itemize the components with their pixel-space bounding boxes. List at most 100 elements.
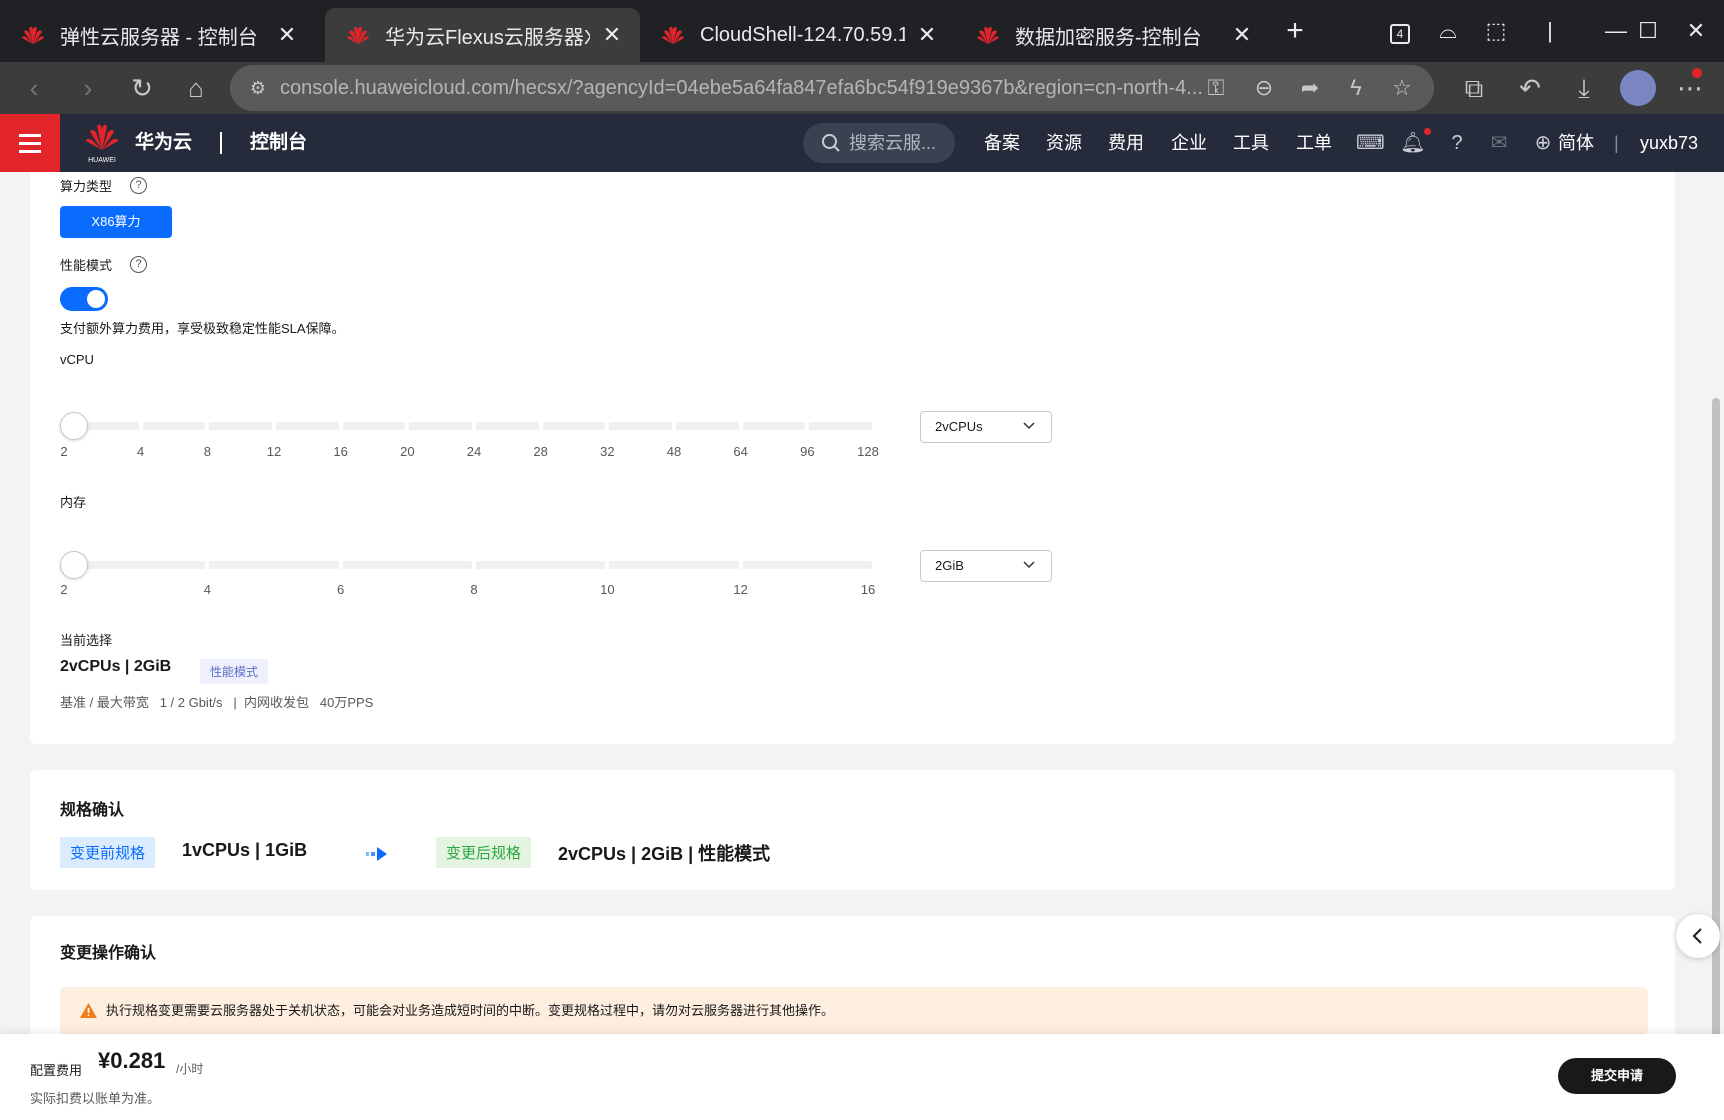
toggle-knob: [87, 290, 105, 308]
slider-segment: [76, 561, 206, 569]
chevron-left-icon: [1692, 928, 1702, 944]
global-search-input[interactable]: 搜索云服...: [803, 123, 955, 163]
bandwidth-label: 基准 / 最大带宽: [60, 695, 149, 710]
reload-icon[interactable]: ↻: [124, 70, 160, 106]
help-circle-icon[interactable]: ?: [130, 256, 147, 273]
nav-billing[interactable]: 费用: [1108, 114, 1144, 172]
tab-close-icon[interactable]: ✕: [275, 22, 299, 48]
slider-tick-label: 20: [400, 444, 415, 459]
console-link[interactable]: 控制台: [250, 114, 307, 172]
flash-icon[interactable]: ϟ: [1342, 74, 1370, 102]
slider-tick-label: 8: [470, 582, 478, 597]
undo-menu-icon[interactable]: ↶: [1512, 70, 1548, 106]
before-spec: 1vCPUs | 1GiB: [182, 840, 308, 860]
extensions-icon[interactable]: ⧉: [1456, 70, 1492, 106]
fee-note: 实际扣费以账单为准。: [30, 1091, 161, 1106]
tab-close-icon[interactable]: ✕: [915, 22, 939, 48]
perf-mode-toggle[interactable]: [60, 287, 108, 311]
browser-tab-active[interactable]: 华为云Flexus云服务器X实例 ✕: [325, 8, 640, 62]
page-scrollbar[interactable]: [1712, 398, 1720, 1098]
share-icon[interactable]: ➦: [1296, 74, 1324, 102]
warning-text: 执行规格变更需要云服务器处于关机状态，可能会对业务造成短时间的中断。变更规格过程…: [106, 1003, 835, 1018]
submit-button[interactable]: 提交申请: [1558, 1058, 1676, 1094]
nav-enterprise[interactable]: 企业: [1171, 114, 1207, 172]
slider-segment: [609, 561, 739, 569]
vcpu-slider-track[interactable]: [74, 422, 874, 430]
nav-filing[interactable]: 备案: [984, 114, 1020, 172]
bell-icon[interactable]: 🔔︎: [1400, 130, 1426, 156]
slider-tick-label: 8: [203, 444, 211, 459]
perf-mode-badge: 性能模式: [200, 659, 269, 684]
username[interactable]: yuxb73: [1640, 114, 1698, 172]
help-circle-icon[interactable]: ?: [130, 177, 147, 194]
browser-tab[interactable]: CloudShell-124.70.59.126 ✕: [640, 8, 955, 62]
language-switch[interactable]: 简体: [1558, 114, 1594, 172]
perf-mode-label: 性能模式: [60, 258, 113, 273]
slider-segment: [742, 561, 872, 569]
url-text: console.huaweicloud.com/hecsx/?agencyId=…: [280, 77, 1203, 99]
memory-slider-track[interactable]: [74, 561, 874, 569]
globe-icon[interactable]: ⊕: [1530, 130, 1556, 156]
memory-label: 内存: [60, 495, 87, 510]
huawei-favicon-icon: [22, 26, 44, 44]
brand-name[interactable]: 华为云: [135, 114, 192, 172]
key-icon[interactable]: ⚿: [1202, 74, 1230, 102]
nav-tools[interactable]: 工具: [1233, 114, 1269, 172]
slider-tick-label: 16: [333, 444, 348, 459]
slider-tick-label: 4: [137, 444, 145, 459]
menu-hamburger-icon[interactable]: [0, 114, 60, 172]
download-icon[interactable]: ⤓: [1566, 70, 1602, 106]
browser-tab[interactable]: 数据加密服务-控制台 ✕: [955, 8, 1270, 62]
back-icon[interactable]: ‹: [16, 70, 52, 106]
new-tab-button[interactable]: +: [1275, 14, 1315, 48]
menu-dots-icon[interactable]: ⋯: [1672, 70, 1708, 106]
search-icon: [822, 134, 840, 152]
tab-title: 弹性云服务器 - 控制台: [60, 26, 258, 49]
vcpu-select[interactable]: 2vCPUs: [920, 411, 1052, 443]
current-selection-label: 当前选择: [60, 633, 113, 648]
notification-dot: [1424, 128, 1431, 135]
slider-segment: [342, 422, 406, 430]
forward-icon[interactable]: ›: [70, 70, 106, 106]
bookmark-star-icon[interactable]: ☆: [1388, 74, 1416, 102]
nav-resources[interactable]: 资源: [1046, 114, 1082, 172]
browser-tab-strip: 弹性云服务器 - 控制台 ✕ 华为云Flexus云服务器X实例 ✕ CloudS…: [0, 0, 1724, 62]
slider-tick-label: 2: [60, 444, 68, 459]
nav-tickets[interactable]: 工单: [1296, 114, 1332, 172]
extensions-shirt-icon[interactable]: ⬚: [1476, 14, 1516, 48]
warning-banner: 执行规格变更需要云服务器处于关机状态，可能会对业务造成短时间的中断。变更规格过程…: [60, 987, 1648, 1035]
slider-tick-label: 10: [600, 582, 615, 597]
logo-text: HUAWEI: [88, 157, 116, 164]
tab-title: CloudShell-124.70.59.126: [700, 23, 905, 46]
vcpu-slider-handle[interactable]: [60, 412, 88, 440]
address-bar[interactable]: ⚙ console.huaweicloud.com/hecsx/?agencyI…: [230, 65, 1434, 111]
tab-count-button[interactable]: 4: [1380, 14, 1420, 48]
feedback-icon[interactable]: ✉: [1486, 130, 1512, 156]
warning-icon: [80, 1003, 97, 1018]
browser-toolbar: ‹ › ↻ ⌂ ⚙ console.huaweicloud.com/hecsx/…: [0, 62, 1724, 114]
cloudshell-icon[interactable]: ⌨: [1356, 130, 1385, 156]
help-icon[interactable]: ?: [1444, 130, 1470, 156]
fee-price: ¥0.281: [98, 1048, 166, 1073]
slider-segment: [809, 422, 872, 430]
profile-avatar[interactable]: [1620, 70, 1656, 106]
incognito-icon[interactable]: ⌓: [1428, 14, 1468, 48]
zoom-out-icon[interactable]: ⊖: [1250, 74, 1278, 102]
maximize-icon[interactable]: ☐: [1628, 14, 1668, 48]
slider-tick-label: 96: [800, 444, 815, 459]
site-info-icon[interactable]: ⚙: [244, 74, 272, 102]
x86-compute-button[interactable]: X86算力: [60, 206, 172, 238]
browser-tab[interactable]: 弹性云服务器 - 控制台 ✕: [0, 8, 315, 62]
tab-close-icon[interactable]: ✕: [600, 22, 624, 48]
close-window-icon[interactable]: ✕: [1676, 14, 1716, 48]
side-panel-toggle[interactable]: [1676, 914, 1720, 958]
home-icon[interactable]: ⌂: [178, 70, 214, 106]
vcpu-select-value: 2vCPUs: [935, 419, 983, 434]
compute-config-card: 算力类型 ? X86算力 性能模式 ? 支付额外算力费用，享受极致稳定性能SLA…: [30, 172, 1675, 744]
memory-slider-handle[interactable]: [60, 551, 88, 579]
huawei-favicon-icon: [347, 26, 369, 44]
memory-select-value: 2GiB: [935, 558, 964, 573]
memory-select[interactable]: 2GiB: [920, 550, 1052, 582]
tab-close-icon[interactable]: ✕: [1230, 22, 1254, 48]
slider-tick-label: 12: [733, 582, 748, 597]
